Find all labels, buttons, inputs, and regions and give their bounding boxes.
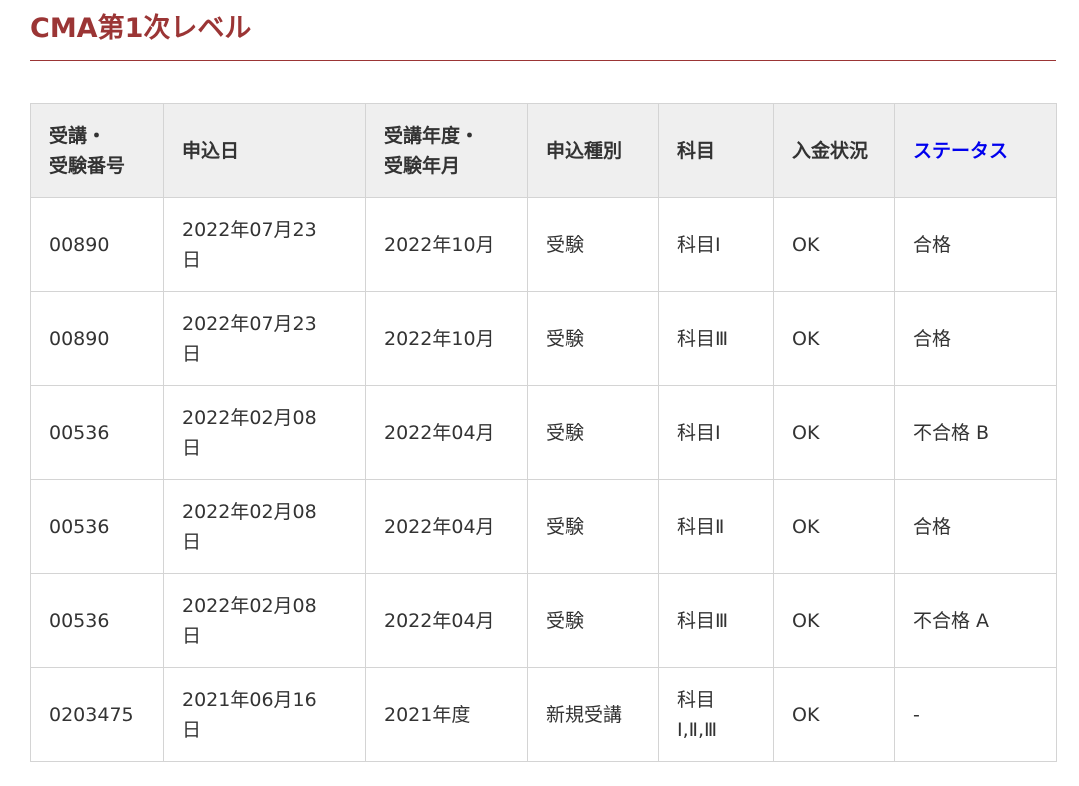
- cell-subject: 科目 Ⅰ,Ⅱ,Ⅲ: [658, 667, 774, 762]
- cell-application-type: 受験: [527, 479, 659, 574]
- cell-application-date-line: 日: [182, 342, 202, 365]
- cell-application-date-line: 2022年02月08: [182, 406, 317, 429]
- header-number-line-2: 受験番号: [49, 154, 126, 177]
- header-number-line-1: 受講・: [49, 124, 107, 147]
- exam-results-table: 受講・ 受験番号 申込日 受講年度・ 受験年月 申込種別 科目 入金状況 ステー…: [30, 103, 1057, 762]
- cell-application-date-line: 日: [182, 624, 202, 647]
- cell-subject: 科目Ⅰ: [658, 197, 774, 292]
- cell-subject-line: 科目: [677, 688, 716, 711]
- header-year-month: 受講年度・ 受験年月: [365, 103, 528, 198]
- cell-year-month: 2022年04月: [365, 385, 528, 480]
- cell-number: 00536: [30, 479, 164, 574]
- cell-status: 不合格 B: [894, 385, 1057, 480]
- cell-subject-line: 科目Ⅰ: [677, 421, 721, 444]
- cell-subject-line: 科目Ⅰ: [677, 233, 721, 256]
- header-status-sort-link[interactable]: ステータス: [894, 103, 1057, 198]
- cell-number: 00536: [30, 573, 164, 668]
- cell-subject: 科目Ⅰ: [658, 385, 774, 480]
- header-application-date: 申込日: [163, 103, 366, 198]
- cell-status: 合格: [894, 291, 1057, 386]
- table-header-row: 受講・ 受験番号 申込日 受講年度・ 受験年月 申込種別 科目 入金状況 ステー…: [30, 103, 1057, 198]
- header-payment-status: 入金状況: [773, 103, 895, 198]
- page-title: CMA第1次レベル: [30, 10, 1056, 61]
- cell-payment-status: OK: [773, 479, 895, 574]
- table-row: 00890 2022年07月23 日 2022年10月 受験 科目Ⅰ OK 合格: [30, 197, 1057, 292]
- cell-application-date-line: 日: [182, 718, 202, 741]
- cell-application-date-line: 日: [182, 530, 202, 553]
- cell-payment-status: OK: [773, 385, 895, 480]
- cell-year-month: 2021年度: [365, 667, 528, 762]
- cell-application-date-line: 2022年02月08: [182, 594, 317, 617]
- header-number: 受講・ 受験番号: [30, 103, 164, 198]
- cell-number: 00536: [30, 385, 164, 480]
- cell-application-type: 受験: [527, 291, 659, 386]
- cell-number: 00890: [30, 291, 164, 386]
- cell-application-date: 2022年02月08 日: [163, 479, 366, 574]
- cell-application-type: 受験: [527, 385, 659, 480]
- cell-application-date-line: 2021年06月16: [182, 688, 317, 711]
- header-year-month-line-1: 受講年度・: [384, 124, 480, 147]
- cell-number: 0203475: [30, 667, 164, 762]
- cell-status: 不合格 A: [894, 573, 1057, 668]
- cell-year-month: 2022年04月: [365, 479, 528, 574]
- cell-application-type: 新規受講: [527, 667, 659, 762]
- cell-application-date-line: 2022年02月08: [182, 500, 317, 523]
- cell-application-date-line: 2022年07月23: [182, 218, 317, 241]
- cell-payment-status: OK: [773, 667, 895, 762]
- cell-application-date-line: 2022年07月23: [182, 312, 317, 335]
- header-year-month-line-2: 受験年月: [384, 154, 461, 177]
- cell-subject: 科目Ⅱ: [658, 479, 774, 574]
- cell-payment-status: OK: [773, 573, 895, 668]
- cell-year-month: 2022年10月: [365, 291, 528, 386]
- cell-subject: 科目Ⅲ: [658, 573, 774, 668]
- cell-subject-line: 科目Ⅲ: [677, 327, 729, 350]
- cell-subject-line: 科目Ⅱ: [677, 515, 725, 538]
- cell-status: -: [894, 667, 1057, 762]
- cell-application-date: 2021年06月16 日: [163, 667, 366, 762]
- cell-application-date: 2022年07月23 日: [163, 291, 366, 386]
- cell-payment-status: OK: [773, 197, 895, 292]
- header-subject: 科目: [658, 103, 774, 198]
- cell-number: 00890: [30, 197, 164, 292]
- cell-year-month: 2022年10月: [365, 197, 528, 292]
- cell-application-date: 2022年02月08 日: [163, 573, 366, 668]
- cell-payment-status: OK: [773, 291, 895, 386]
- cell-application-date-line: 日: [182, 248, 202, 271]
- cell-status: 合格: [894, 479, 1057, 574]
- cell-status: 合格: [894, 197, 1057, 292]
- cell-year-month: 2022年04月: [365, 573, 528, 668]
- cell-application-type: 受験: [527, 573, 659, 668]
- table-row: 00536 2022年02月08 日 2022年04月 受験 科目Ⅰ OK 不合格 B: [30, 385, 1057, 480]
- table-row: 00890 2022年07月23 日 2022年10月 受験 科目Ⅲ OK 合格: [30, 291, 1057, 386]
- cell-application-date-line: 日: [182, 436, 202, 459]
- cell-subject-line: Ⅰ,Ⅱ,Ⅲ: [677, 718, 718, 741]
- cell-application-date: 2022年02月08 日: [163, 385, 366, 480]
- table-row: 0203475 2021年06月16 日 2021年度 新規受講 科目 Ⅰ,Ⅱ,Ⅲ OK -: [30, 667, 1057, 762]
- cell-application-date: 2022年07月23 日: [163, 197, 366, 292]
- header-application-type: 申込種別: [527, 103, 659, 198]
- cell-subject: 科目Ⅲ: [658, 291, 774, 386]
- cell-application-type: 受験: [527, 197, 659, 292]
- cell-subject-line: 科目Ⅲ: [677, 609, 729, 632]
- table-row: 00536 2022年02月08 日 2022年04月 受験 科目Ⅲ OK 不合格 A: [30, 573, 1057, 668]
- table-body: 00890 2022年07月23 日 2022年10月 受験 科目Ⅰ OK 合格 00890 20…: [30, 197, 1057, 762]
- table-row: 00536 2022年02月08 日 2022年04月 受験 科目Ⅱ OK 合格: [30, 479, 1057, 574]
